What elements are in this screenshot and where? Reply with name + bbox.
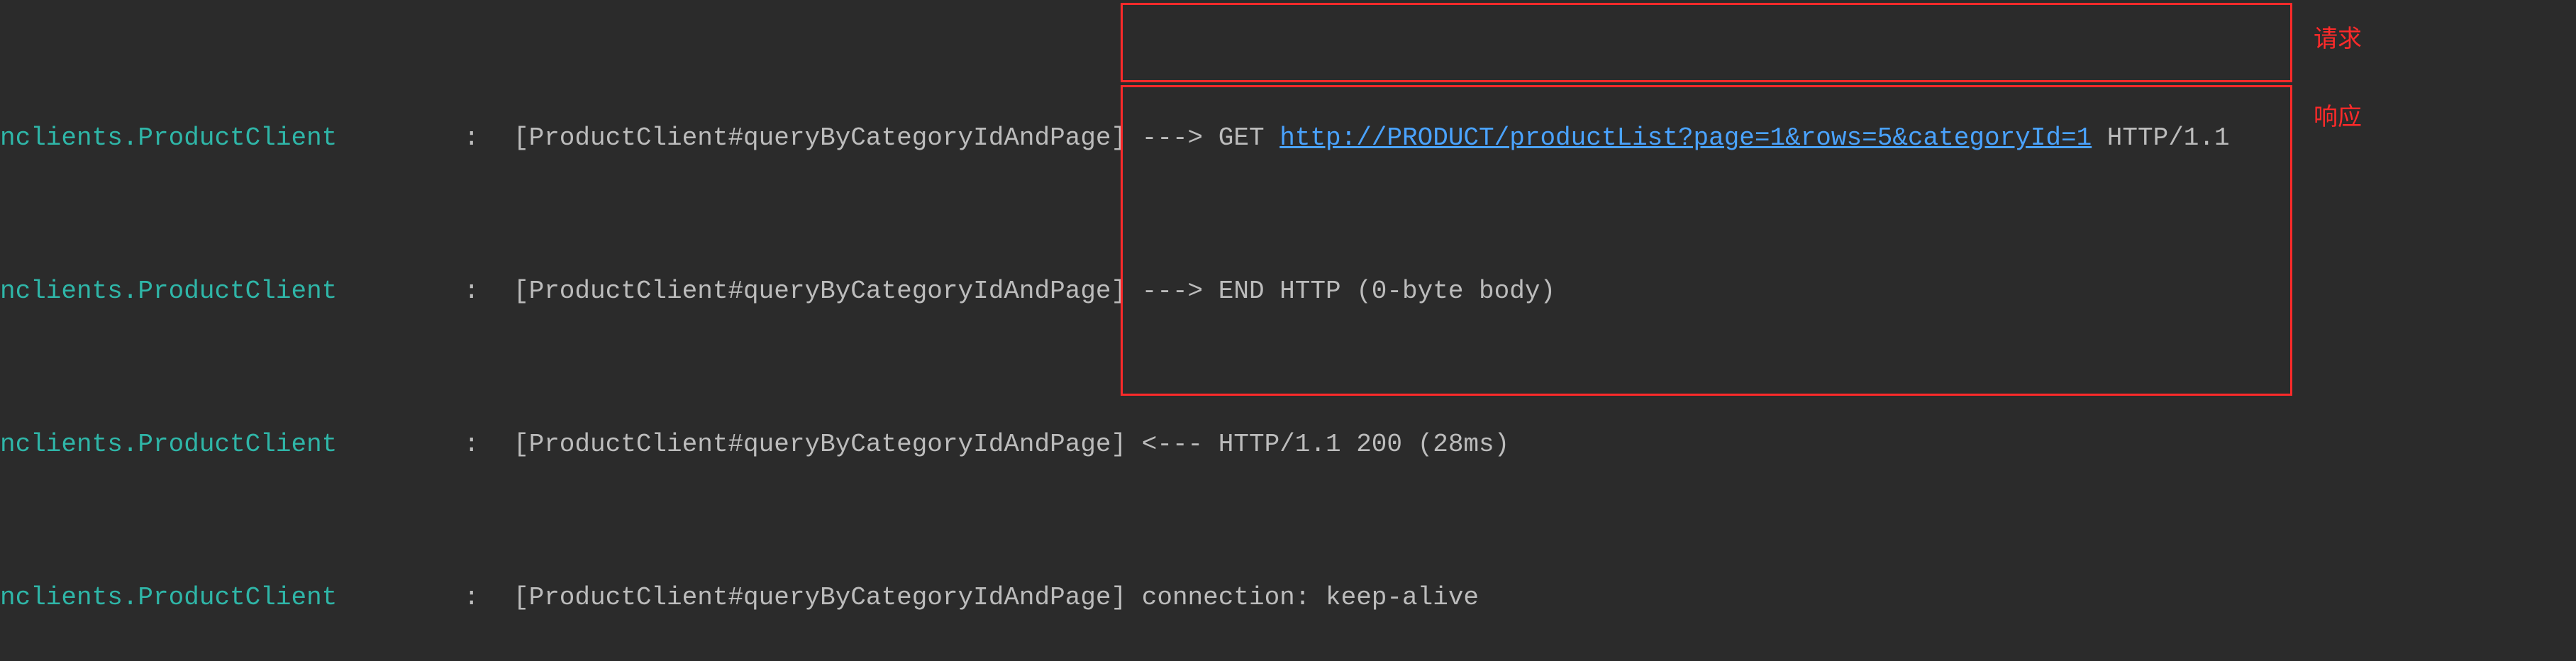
separator: :	[457, 272, 513, 311]
logger-name: nclients.ProductClient	[0, 579, 457, 617]
log-line: nclients.ProductClient : [ProductClient#…	[0, 119, 2576, 157]
annotation-response: 响应	[2314, 99, 2362, 135]
separator: :	[457, 426, 513, 464]
log-line: nclients.ProductClient : [ProductClient#…	[0, 579, 2576, 617]
logger-name: nclients.ProductClient	[0, 272, 457, 311]
logger-name: nclients.ProductClient	[0, 119, 457, 157]
resp-status: <--- HTTP/1.1 200 (28ms)	[1142, 430, 1509, 459]
req-end: ---> END HTTP (0-byte body)	[1142, 277, 1555, 306]
separator: :	[457, 119, 513, 157]
resp-header: connection: keep-alive	[1142, 583, 1479, 612]
log-tag: [ProductClient#queryByCategoryIdAndPage]	[513, 426, 1126, 464]
log-msg: ---> END HTTP (0-byte body)	[1126, 272, 1555, 311]
log-line: nclients.ProductClient : [ProductClient#…	[0, 426, 2576, 464]
req-prefix: ---> GET	[1142, 123, 1279, 152]
log-line: nclients.ProductClient : [ProductClient#…	[0, 272, 2576, 311]
req-suffix: HTTP/1.1	[2092, 123, 2229, 152]
log-msg: connection: keep-alive	[1126, 579, 1479, 617]
console-log: nclients.ProductClient : [ProductClient#…	[0, 0, 2576, 661]
log-msg: ---> GET http://PRODUCT/productList?page…	[1126, 119, 2229, 157]
request-url[interactable]: http://PRODUCT/productList?page=1&rows=5…	[1279, 123, 2092, 152]
log-msg: <--- HTTP/1.1 200 (28ms)	[1126, 426, 1509, 464]
annotation-request: 请求	[2314, 21, 2362, 57]
log-tag: [ProductClient#queryByCategoryIdAndPage]	[513, 119, 1126, 157]
separator: :	[457, 579, 513, 617]
log-tag: [ProductClient#queryByCategoryIdAndPage]	[513, 579, 1126, 617]
logger-name: nclients.ProductClient	[0, 426, 457, 464]
log-tag: [ProductClient#queryByCategoryIdAndPage]	[513, 272, 1126, 311]
highlight-box-request	[1121, 3, 2292, 82]
